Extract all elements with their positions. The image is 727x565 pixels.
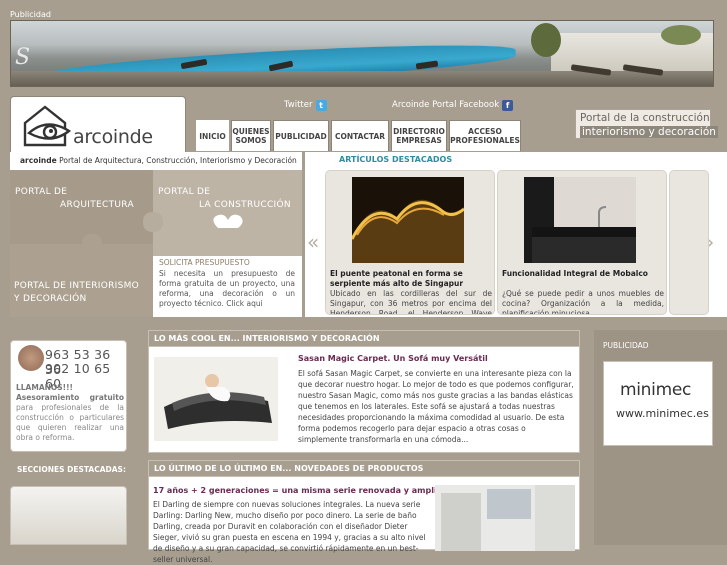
minimec-brand: minimec [620,380,692,400]
tab-acceso-profesionales-label: ACCESO PROFESIONALES [450,127,520,145]
tab-contactar[interactable]: CONTACTAR [331,120,389,151]
ultimo-header: LO ÚLTIMO DE LO ÚLTIMO EN... NOVEDADES D… [149,461,579,477]
tagline-text: Portal de Arquitectura, Construcción, In… [56,156,297,165]
carousel-prev-icon[interactable]: « [307,230,319,254]
secciones-destacadas-label: SECCIONES DESTACADAS: [17,465,126,474]
contact-desc: para profesionales de la construcción o … [16,403,124,442]
twitter-link[interactable]: Twitter t [284,100,327,111]
minimec-ad[interactable]: minimec www.minimec.es [603,361,713,446]
solicita-title: SOLICITA PRESUPUESTO [159,258,250,267]
phone-icon [18,345,44,371]
main-nav: INICIO QUIENES SOMOS PUBLICIDAD CONTACTA… [196,120,521,151]
tab-quienes-somos[interactable]: QUIENES SOMOS [231,120,271,151]
publicidad-label: Publicidad [10,10,51,19]
featured-title: ARTÍCULOS DESTACADOS [339,155,453,164]
portal-arquitectura-link[interactable]: PORTAL DE ARQUITECTURA [15,186,134,212]
solicita-text: Si necesita un presupuesto de forma grat… [159,269,295,308]
tab-directorio-empresas[interactable]: DIRECTORIO EMPRESAS [391,120,447,151]
tab-contactar-label: CONTACTAR [334,131,386,141]
arq-line1: PORTAL DE [15,187,68,197]
tab-quienes-somos-label: QUIENES SOMOS [232,127,270,145]
ultimo-article-title[interactable]: 17 años + 2 generaciones = una misma ser… [153,486,453,495]
contact-text: LLAMANOS!!! Asesoramiento gratuito para … [16,383,124,443]
cool-header: LO MÁS COOL EN... INTERIORISMO Y DECORAC… [149,331,579,347]
card-title: Funcionalidad Integral de Mobalco [502,269,648,278]
tagline-brand: arcoinde [20,156,57,165]
int-line1: PORTAL DE INTERIORISMO [14,281,140,291]
contact-call: LLAMANOS!!! [16,383,73,392]
card-desc: ¿Qué se puede pedir a unos muebles de co… [502,289,664,315]
tagline: arcoinde Portal de Arquitectura, Constru… [10,152,302,170]
facebook-label: Arcoinde Portal Facebook [392,100,500,110]
card-desc: Ubicado en las cordilleras del sur de Si… [330,289,492,315]
portal-interiorismo-link[interactable]: PORTAL DE INTERIORISMO Y DECORACIÓN [14,280,139,306]
portal-construccion-logo[interactable]: Portal de la construcción interiorismo y… [575,109,718,139]
card-title: El puente peatonal en forma se serpiente… [330,269,464,288]
ultimo-section: LO ÚLTIMO DE LO ÚLTIMO EN... NOVEDADES D… [148,460,580,564]
card-image-kitchen [524,177,636,263]
facebook-link[interactable]: Arcoinde Portal Facebook f [392,100,514,111]
logo-name[interactable]: arcoinde [73,126,153,148]
con-line1: PORTAL DE [158,187,211,197]
contact-box[interactable]: 963 53 36 36 902 10 65 60 LLAMANOS!!! As… [10,340,127,452]
tab-acceso-profesionales[interactable]: ACCESO PROFESIONALES [449,120,521,151]
featured-card-partial[interactable] [669,170,709,315]
arq-line2: ARQUITECTURA [60,200,134,210]
logo-eye-icon [23,105,72,147]
tab-inicio-label: INICIO [199,131,226,141]
tab-publicidad[interactable]: PUBLICIDAD [273,120,329,151]
twitter-icon: t [315,100,327,111]
cool-article-title[interactable]: Sasan Magic Carpet. Un Sofá muy Versátil [298,354,488,363]
featured-card[interactable]: El puente peatonal en forma se serpiente… [325,170,495,315]
minimec-url: www.minimec.es [616,407,709,420]
banner-image[interactable]: S [10,20,714,87]
bathroom-image[interactable] [435,485,575,551]
publicidad-sidebar-label: PUBLICIDAD [603,341,649,350]
con-line2: LA CONSTRUCCIÓN [199,200,291,210]
tab-directorio-empresas-label: DIRECTORIO EMPRESAS [393,127,445,145]
twitter-label: Twitter [284,100,313,110]
portal-const-line1: Portal de la construcción [580,112,710,124]
cool-section: LO MÁS COOL EN... INTERIORISMO Y DECORAC… [148,330,580,453]
portal-construccion-link[interactable]: PORTAL DE LA CONSTRUCCIÓN [158,186,291,212]
featured-card[interactable]: Funcionalidad Integral de Mobalco ¿Qué s… [497,170,667,315]
tab-publicidad-label: PUBLICIDAD [275,131,327,141]
portal-const-line2: interiorismo y decoración [580,126,718,138]
ultimo-article-body: El Darling de siempre con nuevas solucio… [153,500,426,564]
tab-inicio[interactable]: INICIO [196,120,229,151]
contact-adv: Asesoramiento gratuito [16,393,124,402]
cool-article-body: El sofá Sasan Magic Carpet, se convierte… [298,369,574,444]
facebook-icon: f [502,100,514,111]
sofa-image[interactable] [154,357,278,441]
seccion-destacada-image[interactable] [10,486,127,545]
int-line2: Y DECORACIÓN [14,294,87,304]
solicita-presupuesto[interactable]: SOLICITA PRESUPUESTO Si necesita un pres… [159,258,295,309]
card-image-bridge [352,177,464,263]
